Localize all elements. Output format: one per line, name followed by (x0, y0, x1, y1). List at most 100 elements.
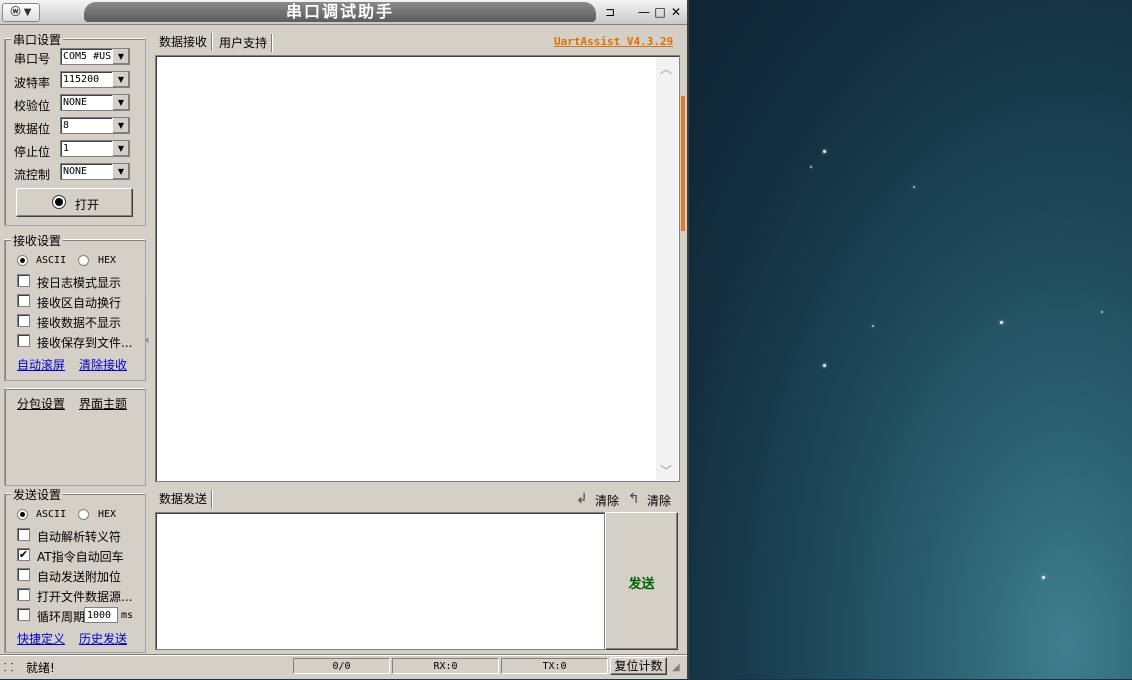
parse-escape-checkbox[interactable] (17, 528, 30, 541)
send-textarea[interactable] (155, 512, 605, 650)
save-to-file-label: 接收保存到文件... (37, 336, 133, 350)
receive-ascii-label: ASCII (36, 255, 67, 266)
cycle-period-input[interactable]: 1000 (84, 607, 118, 623)
chevron-down-icon[interactable]: ▼ (112, 95, 129, 110)
status-count: 0/0 (293, 658, 390, 674)
port-label: 串口号 (14, 52, 51, 66)
star (1000, 321, 1003, 324)
pin-icon[interactable]: ⊐ (603, 5, 617, 19)
chevron-down-icon[interactable]: ▼ (112, 72, 129, 87)
auto-wrap-checkbox[interactable] (17, 294, 30, 307)
port-select[interactable]: COM5 #US ▼ (60, 48, 130, 65)
send-hex-radio[interactable] (78, 509, 89, 520)
receive-ascii-radio[interactable] (17, 255, 28, 266)
clear-receive-link[interactable]: 清除接收 (79, 356, 127, 373)
chevron-down-icon[interactable]: ▼ (112, 141, 129, 156)
auto-wrap-label: 接收区自动换行 (37, 296, 122, 310)
star (1101, 311, 1103, 313)
databits-label: 数据位 (14, 122, 51, 136)
append-bits-label: 自动发送附加位 (37, 570, 122, 584)
receive-settings-legend: 接收设置 (11, 232, 64, 249)
log-mode-checkbox[interactable] (17, 274, 30, 287)
tab-data-send[interactable]: 数据发送 (155, 490, 213, 508)
at-auto-return-checkbox[interactable]: ✔ (17, 548, 30, 561)
reset-count-button[interactable]: 复位计数 (610, 657, 667, 675)
baud-label: 波特率 (14, 76, 51, 90)
send-button-label: 发送 (628, 577, 655, 592)
chevron-down-icon[interactable]: ▼ (112, 164, 129, 179)
chevron-down-icon[interactable]: ▼ (112, 49, 129, 64)
window-edge-accent (681, 96, 685, 231)
close-button[interactable]: ✕ (669, 5, 683, 19)
parity-select[interactable]: NONE ▼ (60, 94, 130, 111)
status-ready: 就绪! (26, 661, 55, 675)
maximize-button[interactable]: □ (653, 5, 667, 19)
flowcontrol-label: 流控制 (14, 168, 51, 182)
chevron-left-icon[interactable]: ‹ (145, 333, 150, 347)
append-bits-checkbox[interactable] (17, 568, 30, 581)
system-menu-button[interactable]: ⓦ ▼ (2, 3, 40, 22)
status-tx: TX:0 (501, 658, 608, 674)
send-ascii-radio[interactable] (17, 509, 28, 520)
desktop-background (689, 0, 1132, 679)
packet-settings-link[interactable]: 分包设置 (17, 395, 65, 412)
stopbits-select[interactable]: 1 ▼ (60, 140, 130, 157)
flowcontrol-select[interactable]: NONE ▼ (60, 163, 130, 180)
version-brand-link[interactable]: UartAssist V4.3.29 (554, 35, 673, 48)
chevron-down-icon: ▼ (23, 7, 32, 18)
shortcut-define-link[interactable]: 快捷定义 (17, 630, 65, 647)
flowcontrol-value: NONE (63, 166, 88, 177)
clear-send-button-2[interactable]: 清除 (647, 492, 671, 509)
chevron-down-icon[interactable]: ﹀ (660, 462, 672, 479)
hide-data-label: 接收数据不显示 (37, 316, 122, 330)
serial-settings-legend: 串口设置 (11, 31, 64, 48)
window-title: 串口调试助手 (84, 2, 596, 22)
star (1042, 576, 1045, 579)
stopbits-label: 停止位 (14, 145, 51, 159)
send-settings-legend: 发送设置 (11, 486, 64, 503)
databits-select[interactable]: 8 ▼ (60, 117, 130, 134)
open-port-button[interactable]: 打开 (16, 188, 133, 217)
uart-assist-window: ⓦ ▼ 串口调试助手 ⊐ — □ ✕ 串口设置 串口号 COM5 #US ▼ 波特… (0, 0, 689, 679)
cycle-send-checkbox[interactable] (17, 608, 30, 621)
minimize-button[interactable]: — (637, 5, 651, 19)
receive-hex-radio[interactable] (78, 255, 89, 266)
parity-value: NONE (63, 97, 88, 108)
resize-grip-icon[interactable]: ◢ (672, 662, 680, 673)
clear-send-button-1[interactable]: 清除 (595, 492, 619, 509)
app-icon: ⓦ (10, 7, 21, 18)
cycle-period-value: 1000 (87, 610, 112, 621)
star (913, 186, 915, 188)
hide-data-checkbox[interactable] (17, 314, 30, 327)
star (823, 364, 826, 367)
tab-user-support[interactable]: 用户支持 (215, 34, 273, 52)
send-history-link[interactable]: 历史发送 (79, 630, 127, 647)
receive-scrollbar[interactable] (656, 57, 678, 480)
cycle-label: 循环周期 (37, 610, 86, 624)
clear-down-icon[interactable]: ↲ (576, 491, 588, 507)
chevron-down-icon[interactable]: ▼ (112, 118, 129, 133)
star (810, 166, 812, 168)
tab-data-receive[interactable]: 数据接收 (155, 33, 213, 51)
stopbits-value: 1 (63, 143, 70, 154)
receive-hex-label: HEX (98, 255, 117, 266)
send-button[interactable]: 发送 (605, 512, 678, 650)
send-hex-label: HEX (98, 509, 117, 520)
title-bar[interactable]: ⓦ ▼ 串口调试助手 ⊐ — □ ✕ (0, 0, 687, 25)
databits-value: 8 (63, 120, 70, 131)
chevron-up-icon[interactable]: ︿ (660, 60, 672, 77)
send-ascii-label: ASCII (36, 509, 67, 520)
receive-textarea[interactable] (155, 55, 680, 482)
cycle-unit: ms (121, 610, 134, 621)
parse-escape-label: 自动解析转义符 (37, 530, 122, 544)
file-source-checkbox[interactable] (17, 588, 30, 601)
baud-select[interactable]: 115200 ▼ (60, 71, 130, 88)
autoscroll-link[interactable]: 自动滚屏 (17, 356, 65, 373)
clear-up-icon[interactable]: ↰ (628, 491, 640, 507)
status-icon: ⸬ (4, 661, 14, 674)
theme-link[interactable]: 界面主题 (79, 395, 127, 412)
at-auto-return-label: AT指令自动回车 (37, 550, 124, 564)
record-icon (52, 195, 66, 209)
parity-label: 校验位 (14, 99, 51, 113)
save-to-file-checkbox[interactable] (17, 334, 30, 347)
